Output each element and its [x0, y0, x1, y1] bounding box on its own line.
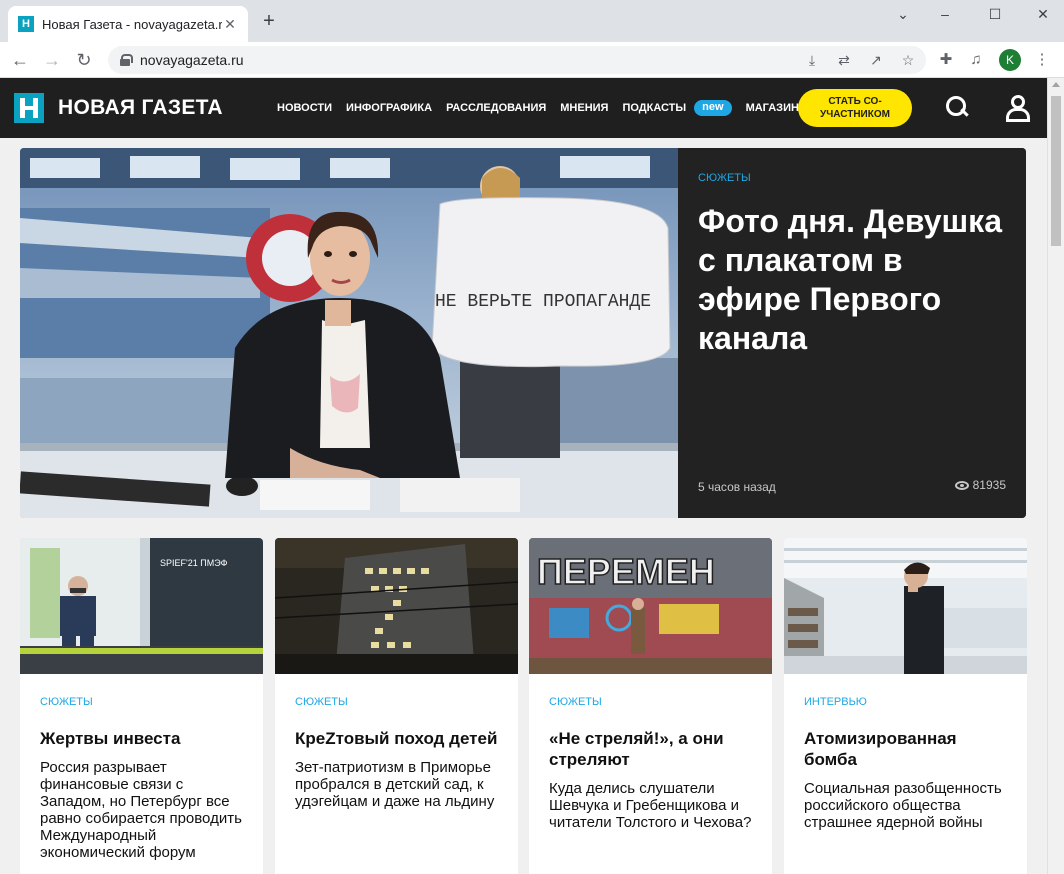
lock-icon[interactable] — [120, 54, 133, 66]
card-photo-sign: ПЕРЕМЕН — [537, 551, 715, 592]
article-card[interactable]: ПЕРЕМЕН СЮЖЕТЫ «Не стреляй!», а они стре… — [529, 538, 772, 874]
browser-toolbar: ← → ↻ novayagazeta.ru ⤓ ⇄ ↗ ☆ ✚ ♫ K ⋮ — [0, 42, 1064, 78]
hero-views: 81935 — [954, 478, 1006, 492]
card-category[interactable]: СЮЖЕТЫ — [549, 696, 752, 708]
hero-photo[interactable]: НЕ ВЕРЬТЕ ПРОПАГАНДЕ — [20, 148, 678, 518]
card-photo[interactable]: SPIEF'21 ПМЭФ — [20, 538, 263, 674]
nav-opinions[interactable]: МНЕНИЯ — [560, 102, 608, 114]
article-card[interactable]: ИНТЕРВЬЮ Атомизированная бомба Социальна… — [784, 538, 1027, 874]
scroll-up-arrow[interactable] — [1052, 82, 1060, 87]
address-bar[interactable]: novayagazeta.ru ⤓ ⇄ ↗ ☆ — [108, 46, 926, 74]
card-lead[interactable]: Зет-патриотизм в Приморье пробрался в де… — [295, 759, 498, 810]
hero-timestamp: 5 часов назад — [698, 480, 776, 494]
article-card[interactable]: SPIEF'21 ПМЭФ СЮЖЕТЫ Жертвы инвеста Росс… — [20, 538, 263, 874]
reload-button[interactable]: ↻ — [72, 48, 96, 72]
card-title[interactable]: Атомизированная бомба — [804, 728, 1007, 770]
minimize-button[interactable]: – — [930, 4, 960, 24]
logo-icon[interactable] — [14, 93, 44, 123]
maximize-button[interactable]: ☐ — [980, 4, 1010, 24]
card-lead[interactable]: Социальная разобщенность российского общ… — [804, 780, 1007, 831]
tab-title: Новая Газета - novayagazeta.ru — [42, 16, 222, 32]
new-badge: new — [694, 100, 732, 116]
search-icon[interactable] — [944, 94, 970, 120]
card-title[interactable]: «Не стреляй!», а они стреляют — [549, 728, 752, 770]
hero-text-panel: СЮЖЕТЫ Фото дня. Девушка с плакатом в эф… — [678, 148, 1026, 518]
main-nav: НОВОСТИ ИНФОГРАФИКА РАССЛЕДОВАНИЯ МНЕНИЯ… — [277, 100, 813, 116]
translate-icon[interactable]: ⇄ — [834, 51, 854, 69]
nav-investigations[interactable]: РАССЛЕДОВАНИЯ — [446, 102, 546, 114]
scrollbar-thumb[interactable] — [1051, 96, 1061, 246]
card-photo[interactable] — [275, 538, 518, 674]
url-text[interactable]: novayagazeta.ru — [140, 52, 244, 68]
card-title[interactable]: Жертвы инвеста — [40, 728, 243, 749]
card-category[interactable]: ИНТЕРВЬЮ — [804, 696, 1007, 708]
tab-search-icon[interactable]: ⌄ — [888, 4, 918, 24]
profile-avatar[interactable]: K — [999, 49, 1021, 71]
page-scrollbar[interactable] — [1047, 78, 1064, 874]
close-window-button[interactable]: ✕ — [1028, 4, 1058, 24]
hero-article[interactable]: НЕ ВЕРЬТЕ ПРОПАГАНДЕ СЮЖЕТЫ Фото дня. Де… — [20, 148, 1026, 518]
hero-category[interactable]: СЮЖЕТЫ — [698, 172, 1006, 184]
card-photo[interactable] — [784, 538, 1027, 674]
hero-title[interactable]: Фото дня. Девушка с плакатом в эфире Пер… — [698, 202, 1006, 358]
close-tab-icon[interactable]: ✕ — [222, 16, 238, 33]
become-member-button[interactable]: СТАТЬ СО- УЧАСТНИКОМ — [798, 89, 912, 127]
user-account-icon[interactable] — [1004, 94, 1030, 122]
card-lead[interactable]: Россия разрывает финансовые связи с Запа… — [40, 759, 243, 861]
media-control-icon[interactable]: ♫ — [966, 50, 986, 70]
back-button[interactable]: ← — [8, 48, 32, 72]
nav-infographics[interactable]: ИНФОГРАФИКА — [346, 102, 432, 114]
card-lead[interactable]: Куда делись слушатели Шевчука и Гребенщи… — [549, 780, 752, 831]
install-icon[interactable]: ⤓ — [802, 51, 822, 69]
site-favicon-icon: Н — [18, 16, 34, 32]
nav-podcasts[interactable]: ПОДКАСТЫ — [622, 102, 686, 114]
bookmark-star-icon[interactable]: ☆ — [898, 51, 918, 69]
card-category[interactable]: СЮЖЕТЫ — [40, 696, 243, 708]
share-icon[interactable]: ↗ — [866, 51, 886, 69]
article-card[interactable]: СЮЖЕТЫ КреZтовый поход детей Зет-патриот… — [275, 538, 518, 874]
browser-tab[interactable]: Н Новая Газета - novayagazeta.ru ✕ — [8, 6, 248, 42]
site-header: НОВАЯ ГАЗЕТА НОВОСТИ ИНФОГРАФИКА РАССЛЕД… — [0, 78, 1047, 138]
nav-shop[interactable]: МАГАЗИН — [746, 102, 799, 114]
extensions-icon[interactable]: ✚ — [936, 50, 956, 70]
new-tab-button[interactable]: + — [258, 10, 280, 32]
menu-kebab-icon[interactable]: ⋮ — [1032, 50, 1052, 70]
forward-button[interactable]: → — [40, 48, 64, 72]
browser-tab-bar: Н Новая Газета - novayagazeta.ru ✕ + ⌄ –… — [0, 0, 1064, 42]
card-photo-sign: SPIEF'21 ПМЭФ — [160, 558, 228, 568]
logo-text[interactable]: НОВАЯ ГАЗЕТА — [58, 96, 223, 120]
card-category[interactable]: СЮЖЕТЫ — [295, 696, 498, 708]
card-photo[interactable]: ПЕРЕМЕН — [529, 538, 772, 674]
poster-text: НЕ ВЕРЬТЕ ПРОПАГАНДЕ — [435, 292, 651, 312]
nav-news[interactable]: НОВОСТИ — [277, 102, 332, 114]
card-title[interactable]: КреZтовый поход детей — [295, 728, 498, 749]
eye-icon — [954, 480, 969, 490]
views-count: 81935 — [972, 478, 1006, 492]
